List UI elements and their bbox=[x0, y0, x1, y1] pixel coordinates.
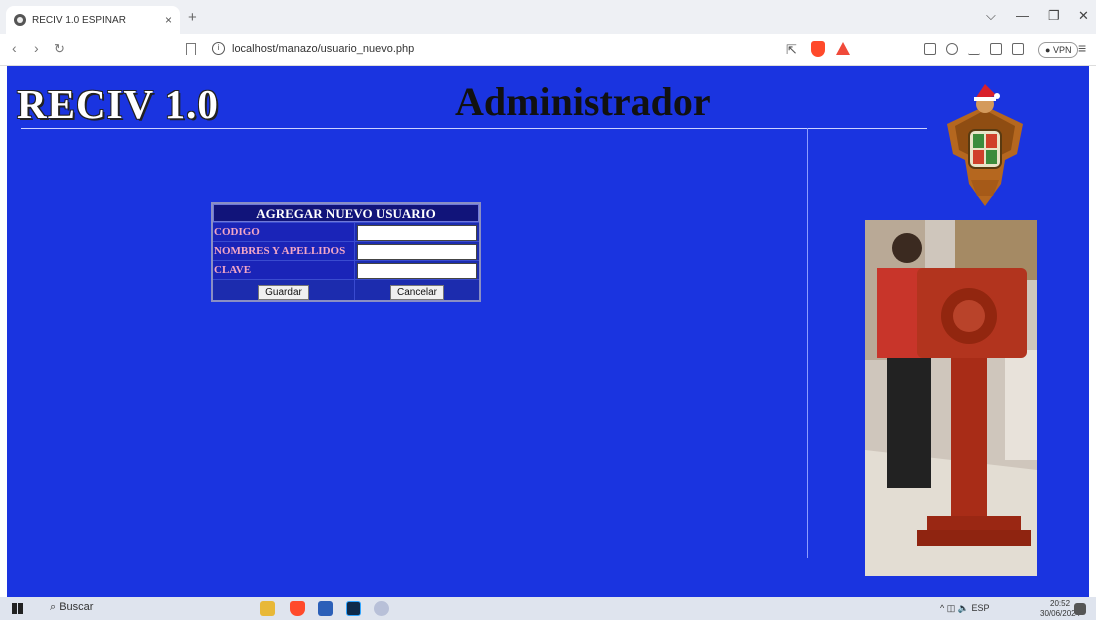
system-tray[interactable]: ^ ◫ 🔈 ESP bbox=[940, 603, 989, 614]
form-row-codigo: CODIGO bbox=[213, 222, 479, 241]
bookmark-icon[interactable] bbox=[186, 43, 196, 55]
page-title: Administrador bbox=[455, 79, 711, 124]
chevron-down-icon[interactable]: ⌵ bbox=[986, 8, 996, 24]
language-indicator: ESP bbox=[971, 603, 990, 613]
wallet-icon[interactable] bbox=[1012, 43, 1024, 55]
clave-label: CLAVE bbox=[213, 261, 355, 279]
form-row-nombres: NOMBRES Y APELLIDOS bbox=[213, 241, 479, 260]
notification-icon[interactable] bbox=[1074, 603, 1086, 615]
close-tab-icon[interactable]: × bbox=[165, 13, 172, 27]
address-bar[interactable]: localhost/manazo/usuario_nuevo.php bbox=[232, 43, 414, 55]
brave-browser-icon[interactable] bbox=[290, 601, 305, 616]
share-icon[interactable]: ⇱ bbox=[786, 42, 797, 58]
header-divider bbox=[21, 128, 927, 129]
minimize-icon[interactable]: — bbox=[1016, 8, 1029, 23]
forward-icon[interactable]: › bbox=[34, 40, 39, 56]
search-label: Buscar bbox=[59, 601, 94, 613]
windows-start-icon[interactable] bbox=[12, 603, 23, 614]
extensions-icon[interactable] bbox=[946, 43, 958, 55]
app-logo: RECIV 1.0 bbox=[17, 81, 219, 127]
save-button[interactable]: Guardar bbox=[258, 285, 309, 300]
reload-icon[interactable]: ↻ bbox=[54, 41, 65, 57]
close-window-icon[interactable]: ✕ bbox=[1078, 8, 1089, 24]
form-title: AGREGAR NUEVO USUARIO bbox=[213, 204, 479, 222]
column-divider bbox=[807, 128, 808, 558]
word-icon[interactable] bbox=[318, 601, 333, 616]
reader-icon[interactable] bbox=[924, 43, 936, 55]
info-icon[interactable]: i bbox=[212, 42, 225, 55]
coat-of-arms-image bbox=[947, 84, 1023, 206]
brave-rewards-icon[interactable] bbox=[836, 42, 850, 55]
file-explorer-icon[interactable] bbox=[260, 601, 275, 616]
paint-icon[interactable] bbox=[374, 601, 389, 616]
codigo-label: CODIGO bbox=[213, 223, 355, 241]
new-user-form: AGREGAR NUEVO USUARIO CODIGO NOMBRES Y A… bbox=[211, 202, 481, 302]
nombres-label: NOMBRES Y APELLIDOS bbox=[213, 242, 355, 260]
browser-toolbar: ‹ › ↻ i localhost/manazo/usuario_nuevo.p… bbox=[0, 34, 1096, 66]
back-icon[interactable]: ‹ bbox=[12, 40, 17, 56]
sidebar-icon[interactable] bbox=[990, 43, 1002, 55]
taskbar-search[interactable]: ⌕ Buscar bbox=[50, 601, 93, 614]
clave-input[interactable] bbox=[357, 262, 477, 279]
vpn-label: VPN bbox=[1052, 45, 1072, 55]
browser-tab-strip: RECIV 1.0 ESPINAR × + ⌵ — ❐ ✕ bbox=[0, 0, 1096, 34]
nombres-input[interactable] bbox=[357, 243, 477, 260]
windows-taskbar: ⌕ Buscar ^ ◫ 🔈 ESP 20:52 30/06/2024 bbox=[0, 597, 1096, 620]
form-actions: Guardar Cancelar bbox=[213, 279, 479, 300]
photoshop-icon[interactable] bbox=[346, 601, 361, 616]
browser-tab[interactable]: RECIV 1.0 ESPINAR × bbox=[6, 6, 180, 34]
codigo-input[interactable] bbox=[357, 224, 477, 241]
restore-icon[interactable]: ❐ bbox=[1048, 8, 1060, 24]
cancel-button[interactable]: Cancelar bbox=[389, 285, 445, 300]
globe-icon bbox=[14, 14, 26, 26]
form-row-clave: CLAVE bbox=[213, 260, 479, 279]
speaker-photo bbox=[865, 220, 1037, 576]
vpn-button[interactable]: ● VPN bbox=[1038, 42, 1079, 58]
menu-icon[interactable]: ≡ bbox=[1078, 40, 1086, 56]
download-icon[interactable] bbox=[968, 43, 980, 55]
brave-shield-icon[interactable] bbox=[811, 41, 825, 57]
tab-title: RECIV 1.0 ESPINAR bbox=[32, 14, 126, 26]
page-body: RECIV 1.0 Administrador AGREGAR NUEVO US… bbox=[7, 66, 1089, 597]
new-tab-icon[interactable]: + bbox=[188, 9, 197, 26]
